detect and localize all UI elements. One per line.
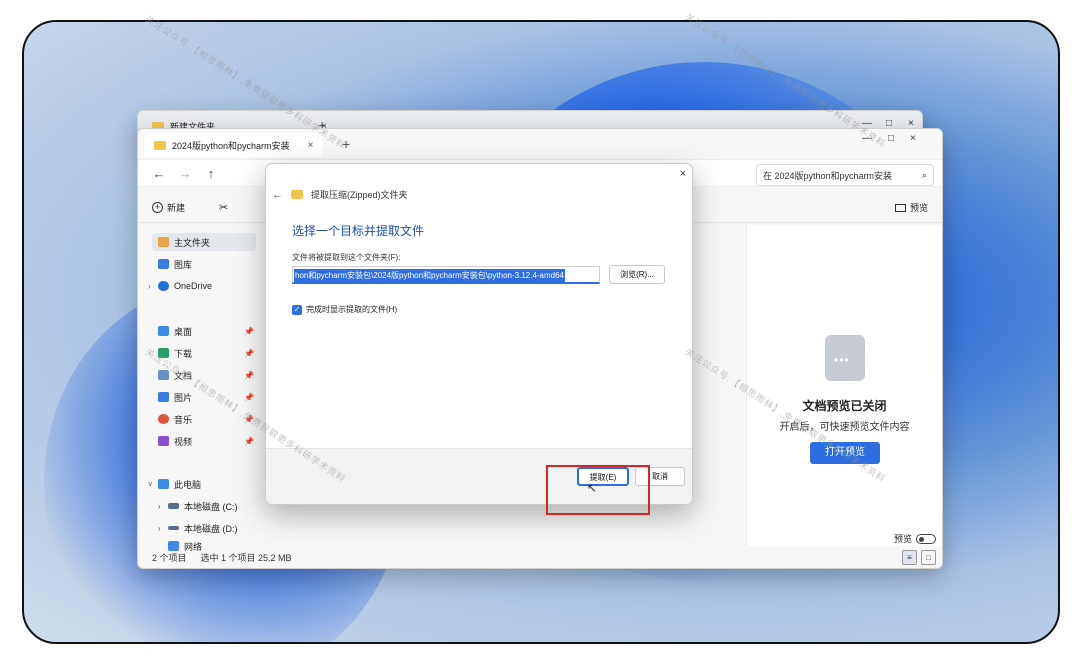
sidebar-item-desktop[interactable]: 桌面 📌 [158, 322, 258, 340]
destination-path-input[interactable]: hon和pycharm安装包\2024版python和pycharm安装包\py… [292, 266, 600, 284]
preview-subtitle: 开启后，可快速预览文件内容 [779, 422, 910, 433]
gallery-icon [158, 259, 169, 269]
sidebar-item-label: 本地磁盘 (D:) [184, 523, 238, 534]
open-preview-button[interactable]: 打开预览 [810, 442, 880, 464]
sidebar-item-label: 此电脑 [174, 479, 202, 490]
search-placeholder: 在 2024版python和pycharm安装 [763, 170, 893, 181]
forward-arrow-icon[interactable]: → [172, 166, 198, 181]
sidebar-item-home[interactable]: 主文件夹 [152, 233, 256, 251]
cloud-icon [158, 281, 169, 291]
sidebar-item-drive-c[interactable]: › 本地磁盘 (C:) [158, 497, 268, 515]
document-preview-icon [825, 335, 865, 381]
sidebar-item-label: 音乐 [174, 414, 193, 425]
search-icon: ⌕ [921, 169, 927, 180]
sidebar-item-label: OneDrive [174, 281, 213, 291]
maximize-icon[interactable]: □ [888, 133, 894, 144]
destination-path-value: hon和pycharm安装包\2024版python和pycharm安装包\py… [294, 269, 566, 282]
path-label: 文件将被提取到这个文件夹(F): [292, 253, 401, 262]
video-icon [158, 436, 169, 446]
pin-icon: 📌 [244, 348, 254, 358]
dialog-header-label: 提取压缩(Zipped)文件夹 [311, 190, 408, 200]
new-tab-icon[interactable]: + [342, 136, 350, 152]
close-window-icon[interactable]: × [910, 133, 916, 144]
sidebar-item-label: 下载 [174, 348, 193, 359]
sidebar-item-videos[interactable]: 视频 📌 [158, 432, 258, 450]
back-arrow-icon[interactable]: ← [272, 189, 283, 201]
checkbox-checked-icon[interactable]: ✓ [292, 304, 302, 315]
new-button[interactable]: + 新建 [152, 201, 185, 214]
zip-folder-icon [291, 190, 303, 199]
chevron-right-icon[interactable]: › [158, 524, 161, 533]
sidebar-item-this-pc[interactable]: ˅ 此电脑 [148, 475, 258, 493]
screenshot-frame: 新建文件夹 × + — □ × 2024版python和pycharm安装 × … [22, 20, 1060, 644]
pin-icon: 📌 [244, 326, 254, 336]
document-icon [158, 370, 169, 380]
details-label: 预览 [909, 203, 928, 213]
tiles-view-icon[interactable]: □ [921, 550, 936, 565]
details-pane-button[interactable]: 预览 [894, 201, 928, 214]
sidebar-item-music[interactable]: 音乐 📌 [158, 410, 258, 428]
new-button-label: 新建 [167, 203, 186, 213]
chevron-right-icon[interactable]: › [148, 282, 151, 291]
tab-label: 2024版python和pycharm安装 [172, 140, 290, 151]
chevron-down-icon[interactable]: ˅ [148, 480, 153, 489]
preview-toggle-label: 预览 [893, 534, 912, 544]
navigation-pane: 主文件夹 图库 › OneDrive 桌面 📌 下载 📌 文档 📌 图片 📌 音… [138, 225, 260, 551]
computer-icon [158, 479, 169, 489]
music-icon [158, 414, 169, 424]
chevron-right-icon[interactable]: › [158, 502, 161, 511]
sidebar-item-label: 主文件夹 [174, 237, 211, 248]
details-view-icon[interactable]: ≡ [902, 550, 917, 565]
sidebar-item-pictures[interactable]: 图片 📌 [158, 388, 258, 406]
cut-icon[interactable]: ✂ [219, 201, 228, 214]
preview-toggle-row[interactable]: 预览 [894, 532, 936, 545]
pin-icon: 📌 [244, 414, 254, 424]
extract-zip-dialog[interactable]: × ← 提取压缩(Zipped)文件夹 选择一个目标并提取文件 文件将被提取到这… [265, 163, 693, 505]
preview-title: 文档预览已关闭 [802, 399, 887, 413]
drive-icon [168, 526, 179, 530]
dialog-heading: 选择一个目标并提取文件 [292, 224, 425, 238]
tab-python-pycharm[interactable]: 2024版python和pycharm安装 × [144, 133, 324, 157]
preview-pane: 文档预览已关闭 开启后，可快速预览文件内容 打开预览 [746, 225, 942, 546]
show-files-checkbox-row[interactable]: ✓ 完成时显示提取的文件(H) [292, 304, 397, 315]
minimize-icon[interactable]: — [862, 133, 872, 144]
sidebar-item-onedrive[interactable]: › OneDrive [148, 277, 258, 295]
sidebar-item-label: 本地磁盘 (C:) [184, 501, 238, 512]
close-icon[interactable]: × [680, 168, 686, 180]
close-tab-icon[interactable]: × [308, 140, 314, 151]
sidebar-item-label: 图片 [174, 392, 193, 403]
sidebar-item-drive-d[interactable]: › 本地磁盘 (D:) [158, 519, 268, 537]
sidebar-item-label: 桌面 [174, 326, 193, 337]
plus-icon: + [152, 202, 163, 213]
panel-icon [894, 203, 906, 212]
view-switcher: ≡ □ [902, 550, 936, 565]
picture-icon [158, 392, 169, 402]
desktop-icon [158, 326, 169, 336]
pin-icon: 📌 [244, 392, 254, 402]
pin-icon: 📌 [244, 436, 254, 446]
status-bar: 2 个项目 选中 1 个项目 25.2 MB ≡ □ [138, 546, 942, 568]
sidebar-item-gallery[interactable]: 图库 [158, 255, 258, 273]
preview-toggle[interactable] [916, 533, 936, 544]
sidebar-item-downloads[interactable]: 下载 📌 [158, 344, 258, 362]
sidebar-item-documents[interactable]: 文档 📌 [158, 366, 258, 384]
drive-icon [168, 503, 179, 509]
back-arrow-icon[interactable]: ← [146, 166, 172, 181]
search-box[interactable]: 在 2024版python和pycharm安装 ⌕ [756, 164, 934, 186]
selection-info: 选中 1 个项目 25.2 MB [200, 552, 292, 563]
download-icon [158, 348, 169, 358]
item-count: 2 个项目 [152, 552, 187, 563]
checkbox-label: 完成时显示提取的文件(H) [306, 305, 398, 314]
sidebar-item-label: 文档 [174, 370, 193, 381]
highlight-annotation-box [546, 465, 650, 515]
up-arrow-icon[interactable]: ↑ [198, 166, 224, 181]
sidebar-item-label: 图库 [174, 259, 193, 270]
sidebar-item-label: 视频 [174, 436, 193, 447]
folder-icon [154, 140, 166, 150]
home-icon [158, 237, 169, 247]
dialog-header: ← 提取压缩(Zipped)文件夹 [272, 188, 408, 201]
browse-button[interactable]: 浏览(R)... [609, 265, 665, 284]
pin-icon: 📌 [244, 370, 254, 380]
